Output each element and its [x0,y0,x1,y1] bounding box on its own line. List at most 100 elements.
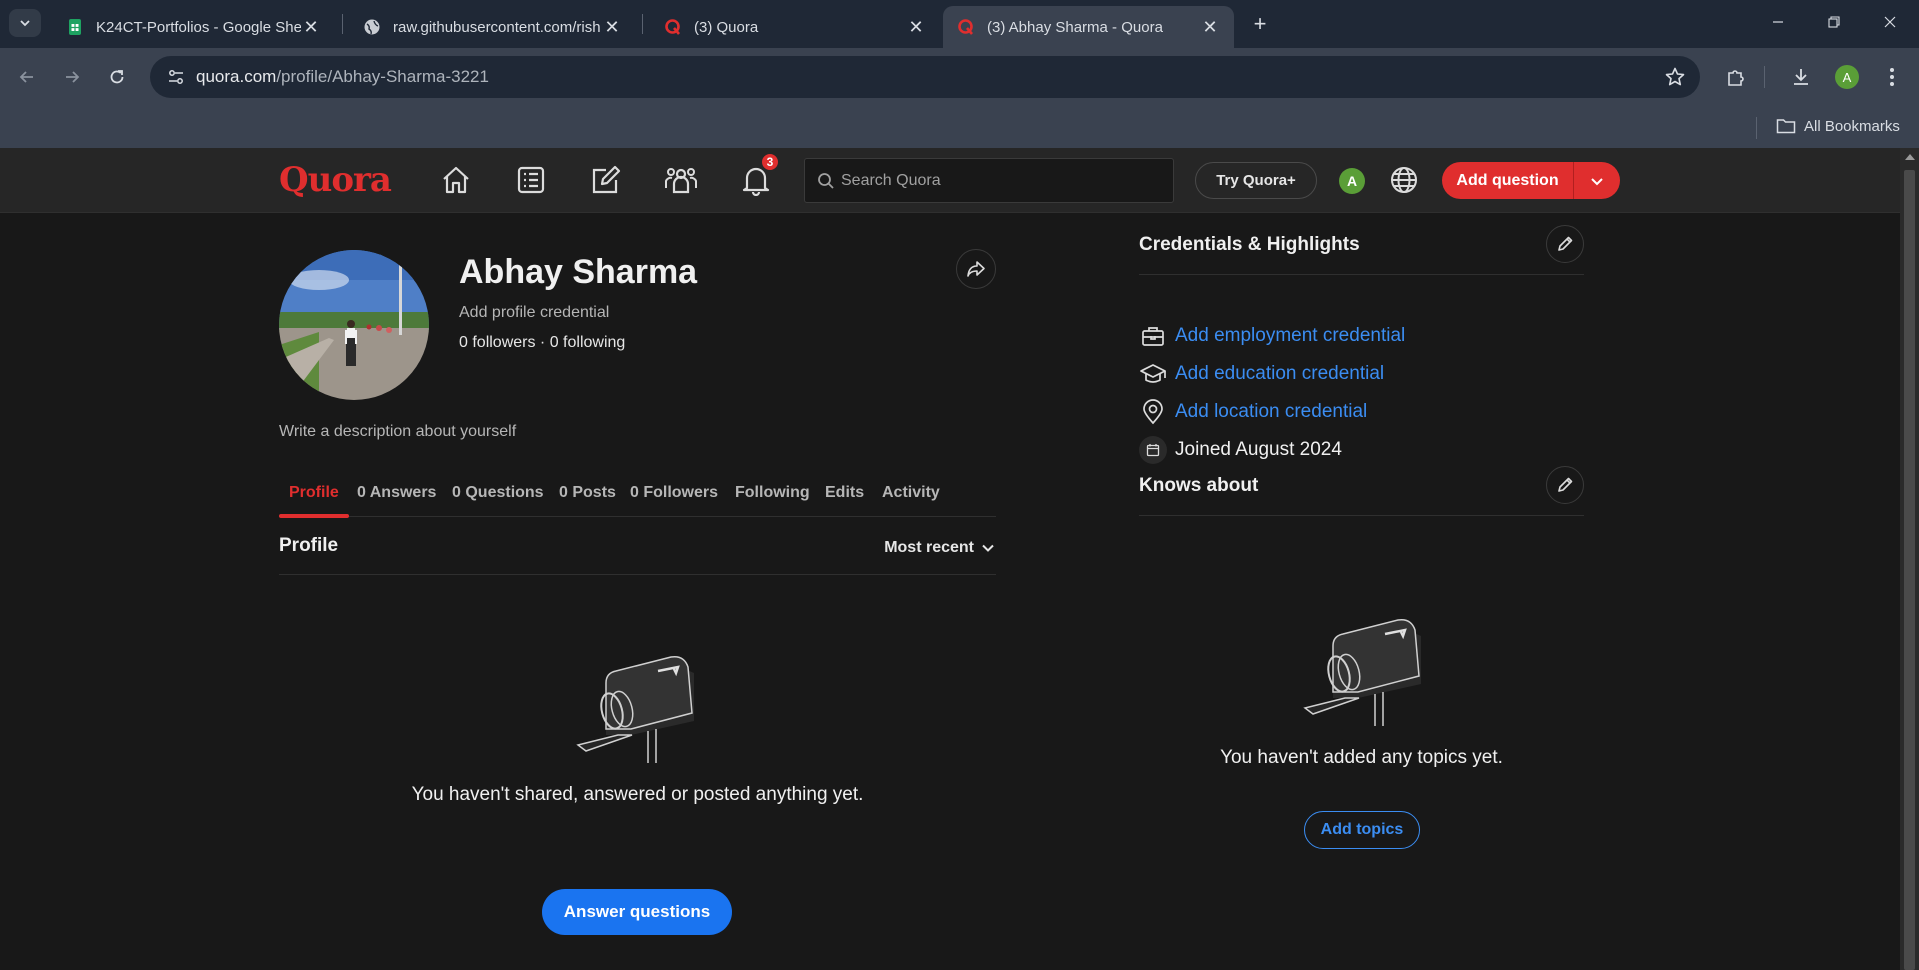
nav-following[interactable] [511,160,551,200]
close-window-button[interactable] [1862,0,1918,44]
user-avatar[interactable]: A [1339,168,1365,194]
nav-answer[interactable] [586,160,626,200]
empty-mailbox-illustration [1303,618,1421,726]
knows-about-title: Knows about [1139,475,1259,496]
tab-questions[interactable]: 0 Questions [442,469,554,517]
notification-badge: 3 [760,152,780,172]
tab-edits[interactable]: Edits [815,469,874,517]
education-credential-row[interactable]: Add education credential [1139,359,1384,389]
quora-icon [665,19,680,35]
download-icon [1794,69,1808,85]
forward-button[interactable] [56,61,88,93]
add-question-dropdown[interactable] [1574,162,1620,199]
close-tab-icon[interactable]: ✕ [906,17,926,37]
search-icon [818,173,834,189]
tab-following[interactable]: Following [725,469,820,517]
tab-followers[interactable]: 0 Followers [620,469,728,517]
tab-title: (3) Abhay Sharma - Quora [987,18,1163,36]
add-employment-credential-link[interactable]: Add employment credential [1175,325,1405,347]
add-description-link[interactable]: Write a description about yourself [279,423,516,441]
minimize-icon [1773,21,1783,23]
scroll-up-arrow-icon[interactable] [1905,154,1915,160]
edit-credentials-button[interactable] [1546,225,1584,263]
share-profile-button[interactable] [956,249,996,289]
credentials-title: Credentials & Highlights [1139,234,1360,255]
restore-window-button[interactable] [1806,0,1862,44]
profile-photo[interactable] [279,250,429,400]
browser-toolbar: quora.com/profile/Abhay-Sharma-3221 A [0,48,1919,106]
add-question-button[interactable]: Add question [1442,162,1574,199]
section-title: Profile [279,535,339,556]
location-credential-row[interactable]: Add location credential [1139,397,1367,427]
all-bookmarks-button[interactable]: All Bookmarks [1776,117,1900,135]
close-tab-icon[interactable]: ✕ [1200,17,1220,37]
arrow-left-icon [19,71,33,83]
chevron-down-icon [20,20,30,27]
folder-icon [1776,119,1796,134]
puzzle-icon [1728,70,1744,86]
browser-menu-button[interactable] [1876,61,1908,93]
nav-spaces[interactable] [661,160,701,200]
scrollbar-thumb[interactable] [1904,170,1915,970]
empty-mailbox-illustration [576,655,694,763]
quora-logo[interactable]: Quora [279,160,392,200]
browser-tab-quora[interactable]: (3) Quora ✕ [650,6,940,48]
back-button[interactable] [11,61,43,93]
tab-profile[interactable]: Profile [279,469,349,518]
quora-header: Quora 3 Search Quora Try Quora+ A Add qu… [0,148,1900,213]
search-input[interactable]: Search Quora [804,158,1174,203]
profile-tabs: Profile 0 Answers 0 Questions 0 Posts 0 … [279,469,996,518]
extensions-button[interactable] [1720,61,1752,93]
close-icon [1884,16,1896,28]
list-icon [517,166,545,194]
close-tab-icon[interactable]: ✕ [301,17,321,37]
bookmark-star-icon[interactable] [1664,66,1686,93]
nav-home[interactable] [436,160,476,200]
browser-tab-sheets[interactable]: K24CT-Portfolios - Google Shee ✕ [52,6,335,48]
empty-topics-message: You haven't added any topics yet. [1220,747,1503,768]
employment-credential-row[interactable]: Add employment credential [1139,321,1405,351]
graduation-cap-icon [1139,360,1167,388]
close-tab-icon[interactable]: ✕ [602,17,622,37]
add-education-credential-link[interactable]: Add education credential [1175,363,1384,385]
sort-label: Most recent [884,539,974,556]
url-host: quora.com [196,67,277,86]
edit-pencil-icon [592,165,621,194]
add-location-credential-link[interactable]: Add location credential [1175,401,1367,423]
tab-search-button[interactable] [9,9,41,37]
google-sheets-icon [69,19,81,35]
browser-tab-strip: K24CT-Portfolios - Google Shee ✕ raw.git… [0,0,1919,48]
page-scrollbar[interactable] [1900,148,1919,970]
tab-answers[interactable]: 0 Answers [347,469,446,517]
tab-posts[interactable]: 0 Posts [549,469,626,517]
sort-dropdown[interactable]: Most recent [884,539,996,557]
tab-activity[interactable]: Activity [872,469,950,517]
add-profile-credential-link[interactable]: Add profile credential [459,304,609,322]
new-tab-button[interactable]: + [1246,10,1274,38]
answer-questions-button[interactable]: Answer questions [542,889,732,935]
share-arrow-icon [967,261,985,277]
browser-tab-github[interactable]: raw.githubusercontent.com/rish ✕ [349,6,636,48]
add-topics-button[interactable]: Add topics [1304,811,1420,849]
address-bar[interactable]: quora.com/profile/Abhay-Sharma-3221 [150,56,1700,98]
site-info-icon[interactable] [160,61,192,93]
minimize-window-button[interactable] [1750,0,1806,44]
briefcase-icon [1139,322,1167,350]
url-path: /profile/Abhay-Sharma-3221 [276,67,489,86]
followers-following-count[interactable]: 0 followers · 0 following [459,334,625,352]
edit-topics-button[interactable] [1546,466,1584,504]
people-group-icon [665,168,697,194]
profile-content: Abhay Sharma Add profile credential 0 fo… [0,213,1900,970]
profile-avatar: A [1835,65,1859,89]
location-pin-icon [1139,398,1167,426]
try-quora-plus-button[interactable]: Try Quora+ [1195,162,1317,199]
reload-button[interactable] [101,61,133,93]
downloads-button[interactable] [1785,61,1817,93]
profile-button[interactable]: A [1831,61,1863,93]
bookmarks-bar: All Bookmarks [0,106,1919,148]
knows-about-header: Knows about [1139,454,1584,516]
empty-feed-message: You haven't shared, answered or posted a… [411,784,864,805]
add-question-button-group: Add question [1442,162,1620,199]
language-globe-icon[interactable] [1388,164,1420,201]
browser-tab-profile[interactable]: (3) Abhay Sharma - Quora ✕ [943,6,1234,48]
